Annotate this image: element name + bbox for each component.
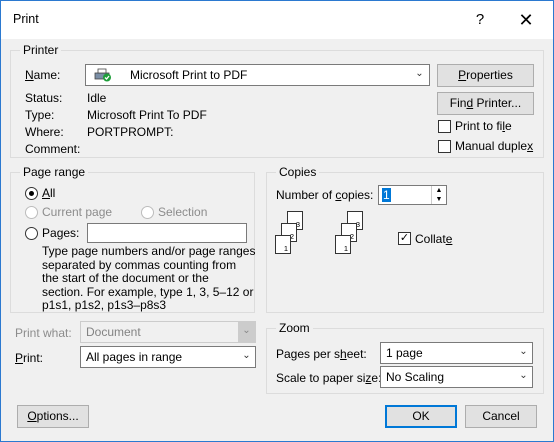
print-to-file-label: Print to file: [455, 119, 512, 133]
title-bar: Print ? ✕: [1, 1, 553, 39]
print-dialog: Print ? ✕ Printer Name: Microsoft Print …: [0, 0, 554, 442]
printer-name-combo[interactable]: Microsoft Print to PDF ⌄: [85, 64, 430, 86]
printer-name-value: Microsoft Print to PDF: [130, 68, 248, 82]
pages-per-sheet-value: 1 page: [386, 346, 423, 360]
page-range-help: Type page numbers and/or page ranges sep…: [42, 244, 256, 313]
where-value: PORTPROMPT:: [87, 125, 174, 139]
name-label: Name:: [25, 68, 61, 82]
current-page-label: Current page: [42, 205, 113, 219]
dialog-title: Print: [13, 12, 39, 26]
ok-button[interactable]: OK: [385, 405, 457, 428]
collate-checkbox[interactable]: ✓: [398, 232, 411, 245]
scale-combo[interactable]: No Scaling ⌄: [380, 366, 533, 388]
print-what-label: Print what:: [15, 326, 72, 340]
pages-label: Pages:: [42, 226, 80, 240]
comment-label: Comment:: [25, 142, 81, 156]
chevron-down-icon: ⌄: [242, 350, 251, 361]
properties-button[interactable]: Properties: [437, 64, 534, 87]
current-page-radio[interactable]: [25, 206, 38, 219]
help-line: Type page numbers and/or page ranges: [42, 244, 256, 258]
selection-label: Selection: [158, 205, 208, 219]
selection-radio[interactable]: [141, 206, 154, 219]
copies-group-label: Copies: [276, 165, 320, 179]
status-value: Idle: [87, 91, 107, 105]
help-line: the start of the document or the: [42, 271, 209, 285]
pages-radio[interactable]: [25, 227, 38, 240]
page-1-icon: 1: [335, 235, 351, 254]
options-button[interactable]: Options...: [17, 405, 89, 428]
help-button[interactable]: ?: [457, 1, 503, 39]
page-1-icon: 1: [275, 235, 291, 254]
copies-value: 1: [382, 188, 391, 202]
print-combo[interactable]: All pages in range ⌄: [80, 346, 256, 368]
help-line: separated by commas counting from: [42, 257, 237, 272]
help-line: p1s1, p1s2, p1s3–p8s3: [42, 298, 167, 312]
find-printer-button[interactable]: Find Printer...: [437, 92, 534, 115]
chevron-down-icon: ⌄: [519, 346, 528, 357]
chevron-down-icon: ⌄: [519, 370, 528, 381]
print-what-combo[interactable]: Document ⌄: [80, 321, 256, 343]
pages-per-sheet-label: Pages per sheet:: [276, 347, 367, 361]
zoom-group-label: Zoom: [276, 321, 313, 335]
chevron-down-icon: ⌄: [238, 322, 255, 342]
copies-spinner[interactable]: 1 ▲ ▼: [378, 185, 447, 205]
pages-per-sheet-combo[interactable]: 1 page ⌄: [380, 342, 533, 364]
status-label: Status:: [25, 91, 63, 105]
print-what-value: Document: [86, 325, 141, 339]
scale-value: No Scaling: [386, 370, 445, 384]
all-label: All: [42, 186, 56, 200]
print-label: Print:: [15, 351, 44, 365]
close-button[interactable]: ✕: [503, 1, 549, 39]
page-range-group-label: Page range: [20, 165, 89, 179]
scale-label: Scale to paper size:: [276, 371, 382, 385]
number-of-copies-label: Number of copies:: [276, 188, 374, 202]
manual-duplex-label: Manual duplex: [455, 139, 534, 153]
type-label: Type:: [25, 108, 55, 122]
chevron-down-icon: ⌄: [415, 68, 424, 79]
spin-down-icon[interactable]: ▼: [431, 195, 446, 204]
pages-input[interactable]: [87, 223, 247, 243]
spin-up-icon[interactable]: ▲: [431, 186, 446, 195]
printer-icon: [94, 68, 112, 82]
printer-group-label: Printer: [20, 43, 62, 57]
cancel-button[interactable]: Cancel: [465, 405, 537, 428]
print-value: All pages in range: [86, 350, 183, 364]
all-radio[interactable]: [25, 187, 38, 200]
print-to-file-checkbox[interactable]: [438, 120, 451, 133]
type-value: Microsoft Print To PDF: [87, 108, 207, 122]
collate-label: Collate: [415, 232, 453, 246]
manual-duplex-checkbox[interactable]: [438, 140, 451, 153]
help-line: section. For example, type 1, 3, 5–12 or: [42, 284, 254, 299]
where-label: Where:: [25, 125, 64, 139]
collate-illustration: 3 2 1 3 2 1: [273, 211, 373, 271]
